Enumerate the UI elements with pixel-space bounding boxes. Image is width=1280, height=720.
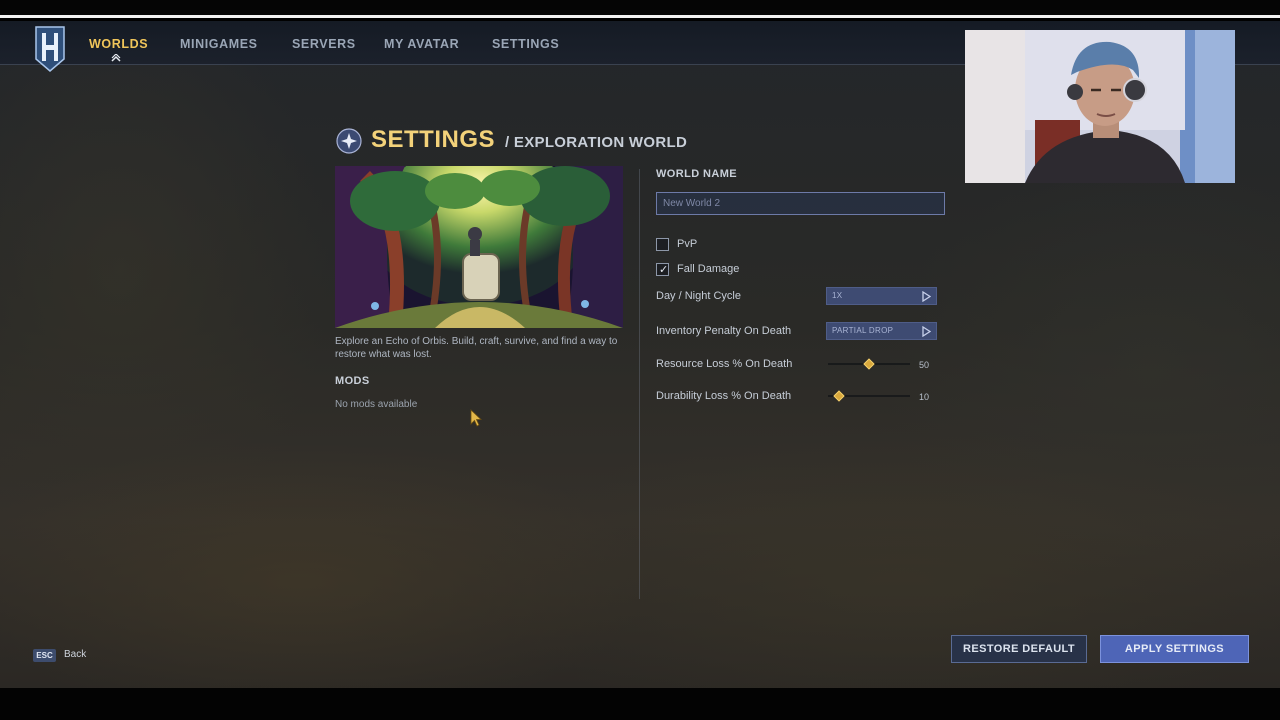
column-divider [639, 169, 640, 599]
inventory-penalty-label: Inventory Penalty On Death [656, 325, 792, 337]
resource-loss-value: 50 [919, 360, 930, 370]
nav-servers[interactable]: SERVERS [292, 37, 356, 51]
durability-loss-slider[interactable] [828, 390, 910, 402]
durability-loss-label: Durability Loss % On Death [656, 390, 792, 402]
play-arrow-icon [922, 326, 931, 337]
page-subtitle: / EXPLORATION WORLD [505, 134, 688, 151]
nav-my-avatar[interactable]: MY AVATAR [384, 37, 459, 51]
nav-minigames[interactable]: MINIGAMES [180, 37, 258, 51]
restore-default-button[interactable]: RESTORE DEFAULT [951, 635, 1087, 663]
apply-settings-button[interactable]: APPLY SETTINGS [1100, 635, 1249, 663]
slider-thumb[interactable] [863, 358, 875, 370]
back-link[interactable]: Back [64, 649, 86, 660]
mods-heading: MODS [335, 375, 370, 387]
durability-loss-value: 10 [919, 392, 930, 402]
nav-worlds[interactable]: WORLDS [89, 37, 148, 51]
world-preview-image [335, 166, 623, 328]
esc-key-hint: ESC [33, 649, 56, 662]
slider-thumb[interactable] [833, 390, 845, 402]
resource-loss-label: Resource Loss % On Death [656, 358, 793, 370]
os-title-strip [0, 0, 1280, 18]
pvp-checkbox[interactable] [656, 238, 669, 251]
inventory-penalty-dropdown[interactable]: PARTIAL DROP [826, 322, 937, 340]
hytale-logo[interactable] [32, 25, 68, 73]
fall-damage-label: Fall Damage [677, 263, 740, 275]
pvp-label: PvP [677, 238, 698, 250]
day-night-value: 1X [832, 291, 843, 300]
world-badge-icon [336, 128, 362, 154]
fall-damage-checkbox[interactable]: ✓ [656, 263, 669, 276]
bottom-letterbox [0, 688, 1280, 720]
day-night-dropdown[interactable]: 1X [826, 287, 937, 305]
page-title: SETTINGS [371, 126, 496, 153]
world-name-label: WORLD NAME [656, 168, 737, 180]
world-name-input[interactable] [656, 192, 945, 215]
resource-loss-slider[interactable] [828, 358, 910, 370]
inventory-penalty-value: PARTIAL DROP [832, 326, 894, 335]
checkmark-icon: ✓ [659, 264, 669, 276]
nav-settings[interactable]: SETTINGS [492, 37, 559, 51]
mods-empty-text: No mods available [335, 399, 418, 410]
active-caret-icon [111, 54, 121, 62]
play-arrow-icon [922, 291, 931, 302]
webcam-overlay [965, 30, 1235, 183]
world-description: Explore an Echo of Orbis. Build, craft, … [335, 336, 618, 360]
day-night-label: Day / Night Cycle [656, 290, 741, 302]
mouse-cursor-icon [470, 409, 482, 427]
